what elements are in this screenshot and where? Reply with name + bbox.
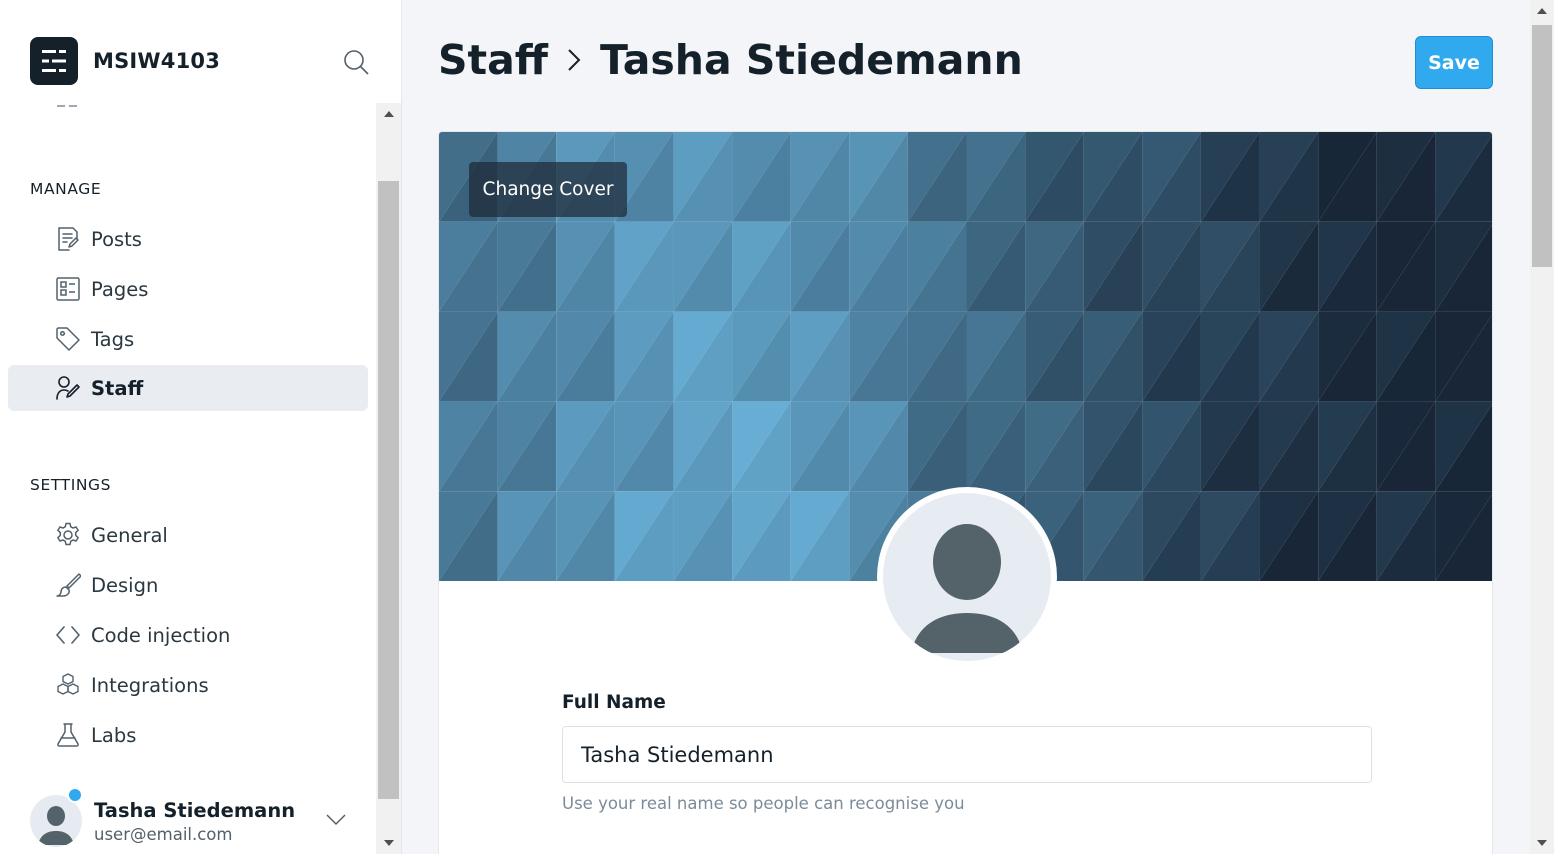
profile-avatar[interactable] (877, 487, 1057, 667)
posts-icon (54, 225, 82, 253)
breadcrumb-staff-link[interactable]: Staff (438, 36, 548, 84)
sidebar-item-label: Tags (91, 327, 135, 351)
sidebar-item-label: Integrations (91, 673, 209, 697)
user-email: user@email.com (94, 824, 233, 844)
sidebar-nav: MANAGE Posts Pages Tags Staff SETTINGS G… (0, 103, 376, 854)
scroll-down-arrow-icon[interactable] (376, 832, 401, 854)
gear-icon (54, 521, 82, 549)
scroll-up-arrow-icon[interactable] (376, 103, 401, 125)
sidebar: MSIW4103 MANAGE Posts Pages Tags Staff S… (0, 0, 402, 854)
sidebar-item-general[interactable]: General (8, 512, 368, 558)
brand[interactable]: MSIW4103 (30, 37, 220, 85)
sidebar-item-staff[interactable]: Staff (8, 365, 368, 411)
code-icon (54, 621, 82, 649)
sidebar-item-code-injection[interactable]: Code injection (8, 612, 368, 658)
sidebar-item-integrations[interactable]: Integrations (8, 662, 368, 708)
scroll-down-arrow-icon[interactable] (1530, 832, 1554, 854)
flask-icon (54, 721, 82, 749)
page-scrollbar-thumb[interactable] (1532, 25, 1552, 267)
sidebar-scrollbar[interactable] (376, 103, 401, 854)
page-title: Tasha Stiedemann (600, 36, 1023, 84)
user-menu[interactable]: Tasha Stiedemann user@email.com (30, 787, 360, 853)
brand-name: MSIW4103 (93, 49, 221, 73)
full-name-help: Use your real name so people can recogni… (562, 794, 965, 813)
sidebar-item-label: Code injection (91, 623, 231, 647)
cubes-icon (54, 671, 82, 699)
staff-icon (54, 374, 82, 402)
full-name-label: Full Name (562, 692, 666, 713)
sidebar-item-tags[interactable]: Tags (8, 316, 368, 362)
profile-card: Change Cover Full Name Use your real nam… (438, 131, 1493, 854)
scroll-up-arrow-icon[interactable] (1530, 0, 1554, 22)
main-content: Staff Tasha Stiedemann Save Change Cover… (402, 0, 1530, 854)
sidebar-item-label: Staff (91, 376, 144, 400)
user-text: Tasha Stiedemann user@email.com (94, 799, 295, 844)
tag-icon (54, 325, 82, 353)
sidebar-item-posts[interactable]: Posts (8, 216, 368, 262)
sidebar-item-pages[interactable]: Pages (8, 266, 368, 312)
sidebar-item-label: Design (91, 573, 159, 597)
manage-section-label: MANAGE (30, 180, 102, 198)
sidebar-item-label: Posts (91, 227, 142, 251)
brush-icon (54, 571, 82, 599)
sidebar-item-label: Labs (91, 723, 137, 747)
sidebar-scrollbar-thumb[interactable] (378, 181, 399, 799)
sidebar-item-labs[interactable]: Labs (8, 712, 368, 758)
change-cover-button[interactable]: Change Cover (469, 162, 627, 217)
user-name: Tasha Stiedemann (94, 798, 296, 822)
sidebar-item-label: Pages (91, 277, 149, 301)
pages-icon (54, 275, 82, 303)
online-status-dot (67, 787, 83, 803)
clipped-icon (57, 103, 77, 107)
page-scrollbar[interactable] (1530, 0, 1554, 854)
sidebar-item-design[interactable]: Design (8, 562, 368, 608)
chevron-down-icon[interactable] (326, 811, 346, 830)
full-name-input[interactable] (562, 726, 1372, 783)
brand-logo-icon (30, 37, 78, 85)
chevron-right-icon (566, 47, 582, 73)
sidebar-item-label: General (91, 523, 168, 547)
avatar (883, 493, 1051, 661)
search-icon[interactable] (342, 48, 370, 76)
settings-section-label: SETTINGS (30, 476, 112, 494)
user-avatar-wrap (30, 787, 83, 847)
breadcrumb: Staff Tasha Stiedemann (438, 36, 1023, 84)
save-button[interactable]: Save (1415, 36, 1493, 89)
